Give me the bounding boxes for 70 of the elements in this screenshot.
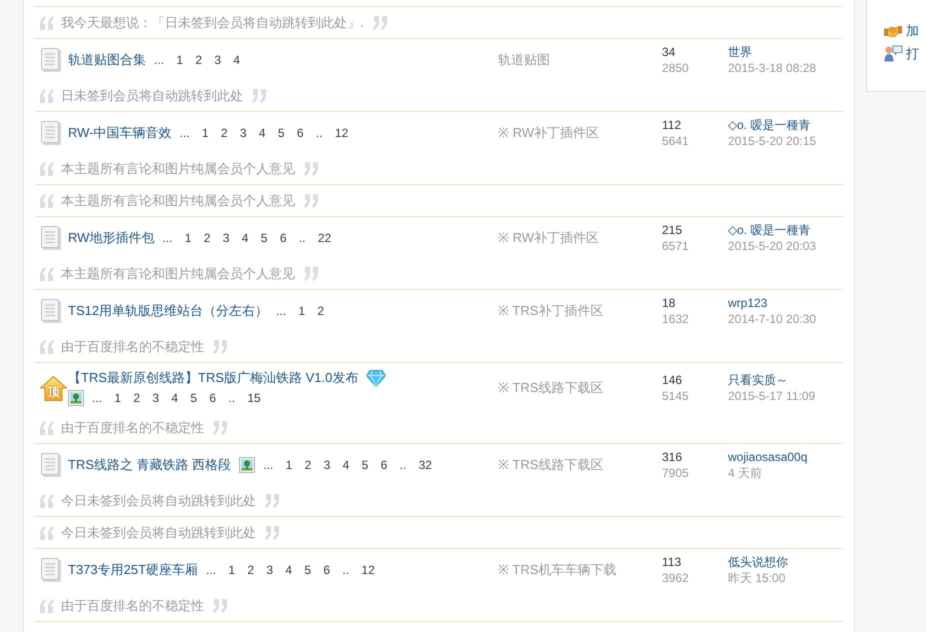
view-count: 5145 [662, 388, 689, 404]
view-count: 3962 [662, 570, 689, 586]
quote-open-icon [39, 89, 55, 103]
quote-text: 我今天最想说：「日未签到会员将自动跳转到此处」. [61, 14, 364, 32]
view-count: 6571 [662, 238, 689, 254]
quote-close-icon [264, 494, 280, 508]
quote-close-icon [212, 599, 228, 613]
page-links[interactable]: ... 1 2 3 4 5 6 .. 32 [263, 455, 432, 475]
quote-open-icon [39, 599, 55, 613]
quote-open-icon [39, 194, 55, 208]
last-poster-link[interactable]: wrp123 [728, 295, 768, 311]
quote-text: 今日未签到会员将自动跳转到此处 [61, 524, 256, 542]
thread-title-link[interactable]: RW-中国车辆音效 [68, 123, 172, 143]
quote-close-icon [264, 526, 280, 540]
thread-title-link[interactable]: TS12用单轨版思维站台（分左右） [68, 301, 268, 321]
quote-open-icon [39, 421, 55, 435]
last-poster-link[interactable]: 只看实质～ [728, 372, 788, 388]
reply-count: 316 [662, 449, 682, 465]
reply-count: 215 [662, 222, 682, 238]
page-links[interactable]: ... 1 2 3 4 5 6 .. 12 [180, 123, 348, 143]
reply-count: 146 [662, 372, 682, 388]
last-poster-link[interactable]: wojiaosasa00q [728, 449, 808, 465]
quote-text: 本主题所有言论和图片纯属会员个人意见 [61, 192, 295, 210]
quote-close-icon [212, 421, 228, 435]
reply-count: 18 [662, 295, 676, 311]
view-count: 7905 [662, 465, 689, 481]
last-poster-link[interactable]: 低头说想你 [728, 554, 788, 570]
handshake-icon [884, 24, 902, 38]
page-links[interactable]: ... 1 2 3 4 5 6 .. 22 [162, 228, 332, 248]
last-poster-link[interactable]: ◇o. 嗳是一種青 [728, 117, 810, 133]
quote-close-icon [303, 194, 319, 208]
quote-open-icon [39, 16, 55, 30]
quote-open-icon [39, 340, 55, 354]
view-count: 2850 [662, 60, 689, 76]
signature-text: 由于百度排名的不稳定性 [61, 597, 204, 615]
last-poster-link[interactable]: 世界 [728, 44, 752, 60]
reply-count: 112 [662, 117, 682, 133]
page-links[interactable]: ... 1 2 [276, 301, 324, 321]
thread-title-link[interactable]: RW地形插件包 [68, 228, 154, 248]
thread-title-link[interactable]: T373专用25T硬座车厢 [68, 560, 198, 580]
quote-close-icon [212, 340, 228, 354]
quote-open-icon [39, 494, 55, 508]
signature-text: 由于百度排名的不稳定性 [61, 419, 204, 437]
reply-count: 113 [662, 554, 682, 570]
page-links[interactable]: ... 1 2 3 4 5 6 .. 15 [92, 388, 261, 408]
quote-open-icon [39, 162, 55, 176]
quote-open-icon [39, 526, 55, 540]
signature-text: 本主题所有言论和图片纯属会员个人意见 [61, 265, 295, 283]
view-count: 5641 [662, 133, 689, 149]
quote-close-icon [303, 162, 319, 176]
thread-title-link[interactable]: 轨道贴图合集 [68, 50, 146, 70]
signature-text: 由于百度排名的不稳定性 [61, 338, 204, 356]
signature-text: 今日未签到会员将自动跳转到此处 [61, 492, 256, 510]
reply-count: 34 [662, 44, 676, 60]
sidebar-link[interactable]: 打 [906, 44, 919, 62]
sticky-badge: 顶 [40, 376, 67, 400]
signature-text: 本主题所有言论和图片纯属会员个人意见 [61, 160, 295, 178]
page-links[interactable]: ... 1 2 3 4 5 6 .. 12 [206, 560, 375, 580]
quote-close-icon [372, 16, 388, 30]
thread-title-link[interactable]: 【TRS最新原创线路】TRS版广梅汕铁路 V1.0发布 [68, 368, 358, 388]
quote-close-icon [303, 267, 319, 281]
signature-text: 日未签到会员将自动跳转到此处 [61, 87, 243, 105]
last-poster-link[interactable]: ◇o. 嗳是一種青 [728, 222, 810, 238]
person-chat-icon [884, 45, 903, 62]
page-links[interactable]: ... 1 2 3 4 [154, 50, 240, 70]
view-count: 1632 [662, 311, 689, 327]
sidebar-link[interactable]: 加 [906, 22, 919, 40]
quote-close-icon [251, 89, 267, 103]
quote-open-icon [39, 267, 55, 281]
thread-title-link[interactable]: TRS线路之 青藏铁路 西格段 [68, 455, 232, 475]
